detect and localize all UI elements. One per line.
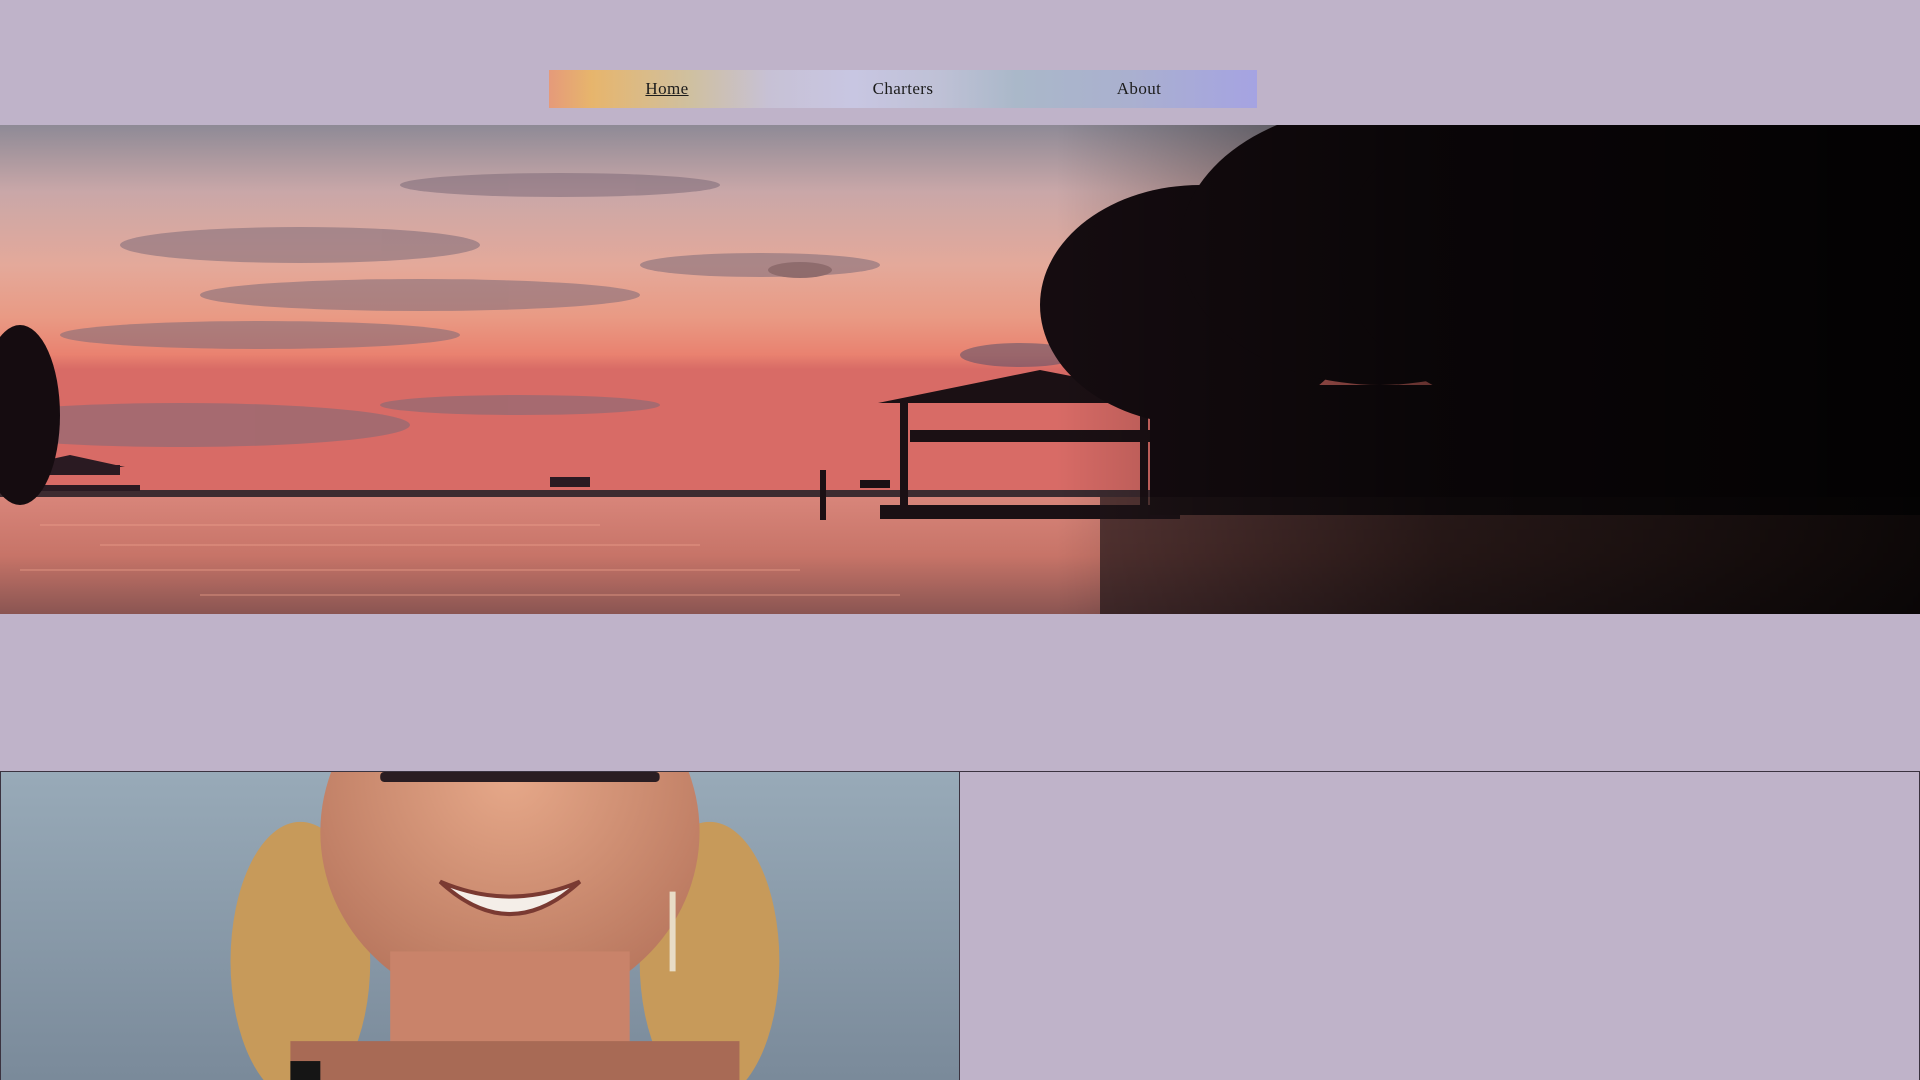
- nav-home-link[interactable]: Home: [549, 70, 785, 108]
- content-panel: [960, 772, 1920, 1080]
- feature-photo: [0, 772, 960, 1080]
- nav-home-label: Home: [645, 79, 689, 98]
- nav-about-link[interactable]: About: [1021, 70, 1257, 108]
- main-nav: Home Charters About: [549, 70, 1257, 108]
- feature-photo-image: [1, 772, 959, 1080]
- nav-charters-label: Charters: [872, 79, 934, 98]
- nav-about-label: About: [1116, 79, 1162, 98]
- hero-banner: [0, 125, 1920, 614]
- content-columns: [0, 771, 1920, 1080]
- hero-sunset-image: [0, 125, 1920, 614]
- nav-charters-link[interactable]: Charters: [785, 70, 1021, 108]
